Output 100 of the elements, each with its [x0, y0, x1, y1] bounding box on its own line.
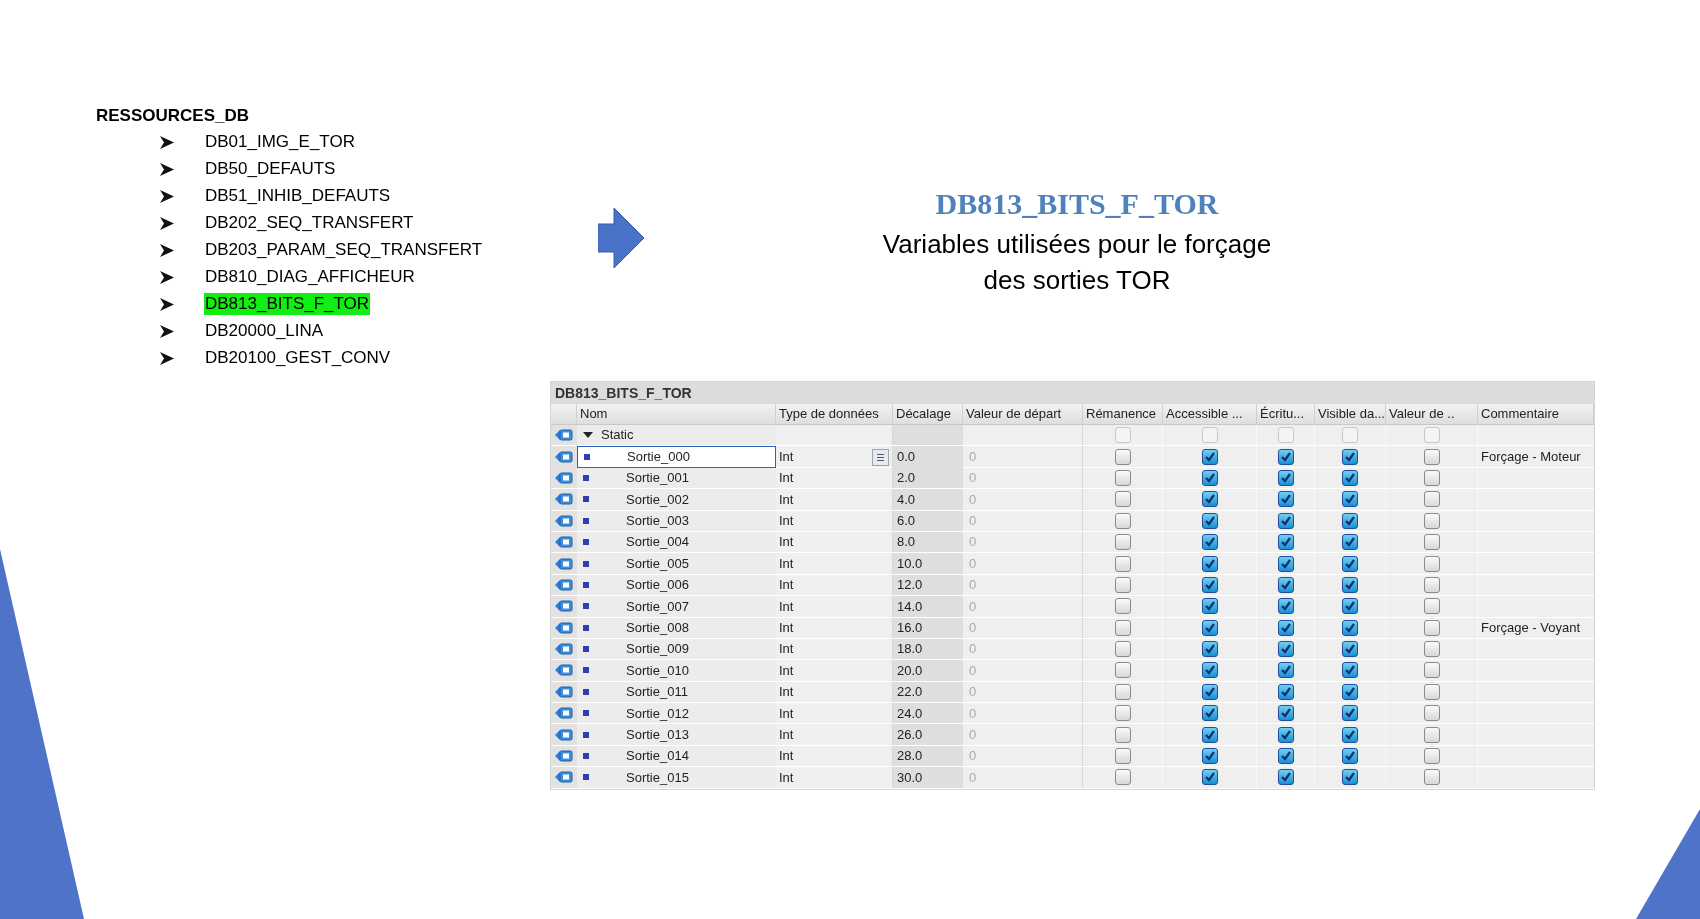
checkbox[interactable]: [1277, 705, 1294, 722]
checkbox[interactable]: [1277, 619, 1294, 636]
checkbox[interactable]: [1342, 469, 1358, 486]
checkbox[interactable]: [1342, 534, 1358, 551]
checkbox[interactable]: [1201, 491, 1218, 508]
checkbox[interactable]: [1342, 726, 1358, 743]
checkbox[interactable]: [1201, 512, 1218, 529]
checkbox[interactable]: [1114, 769, 1131, 786]
checkbox[interactable]: [1277, 748, 1294, 765]
checkbox[interactable]: [1423, 491, 1440, 508]
checkbox[interactable]: [1277, 491, 1294, 508]
checkbox[interactable]: [1114, 534, 1131, 551]
checkbox[interactable]: [1277, 576, 1294, 593]
list-item[interactable]: DB203_PARAM_SEQ_TRANSFERT: [204, 239, 484, 261]
checkbox[interactable]: [1423, 641, 1440, 658]
column-header[interactable]: Valeur de départ: [963, 404, 1083, 424]
checkbox[interactable]: [1114, 576, 1131, 593]
list-item[interactable]: DB01_IMG_E_TOR: [204, 131, 356, 153]
checkbox[interactable]: [1114, 641, 1131, 658]
checkbox[interactable]: [1201, 662, 1218, 679]
checkbox[interactable]: [1201, 598, 1218, 615]
checkbox[interactable]: [1342, 555, 1358, 572]
checkbox[interactable]: [1277, 769, 1294, 786]
checkbox[interactable]: [1342, 576, 1358, 593]
list-item[interactable]: DB202_SEQ_TRANSFERT: [204, 212, 415, 234]
checkbox[interactable]: [1201, 449, 1218, 466]
checkbox[interactable]: [1342, 683, 1358, 700]
checkbox[interactable]: [1114, 512, 1131, 529]
checkbox[interactable]: [1201, 619, 1218, 636]
checkbox[interactable]: [1201, 705, 1218, 722]
checkbox[interactable]: [1277, 449, 1294, 466]
checkbox[interactable]: [1277, 641, 1294, 658]
checkbox[interactable]: [1201, 641, 1218, 658]
checkbox[interactable]: [1201, 555, 1218, 572]
list-item[interactable]: DB810_DIAG_AFFICHEUR: [204, 266, 416, 288]
column-header[interactable]: Commentaire: [1478, 404, 1594, 424]
checkbox[interactable]: [1423, 576, 1440, 593]
checkbox[interactable]: [1277, 683, 1294, 700]
list-item[interactable]: DB813_BITS_F_TOR: [204, 293, 371, 315]
checkbox[interactable]: [1201, 576, 1218, 593]
checkbox[interactable]: [1114, 491, 1131, 508]
checkbox[interactable]: [1114, 619, 1131, 636]
column-header[interactable]: Valeur de ..: [1386, 404, 1478, 424]
checkbox[interactable]: [1201, 769, 1218, 786]
list-item[interactable]: DB20100_GEST_CONV: [204, 347, 392, 369]
checkbox[interactable]: [1114, 449, 1131, 466]
column-header[interactable]: Nom: [577, 404, 776, 424]
checkbox[interactable]: [1342, 512, 1358, 529]
checkbox[interactable]: [1114, 705, 1131, 722]
checkbox[interactable]: [1114, 662, 1131, 679]
checkbox[interactable]: [1423, 598, 1440, 615]
checkbox[interactable]: [1201, 469, 1218, 486]
checkbox[interactable]: [1114, 748, 1131, 765]
checkbox[interactable]: [1342, 641, 1358, 658]
checkbox[interactable]: [1423, 619, 1440, 636]
checkbox[interactable]: [1277, 662, 1294, 679]
type-picker-button[interactable]: [872, 448, 889, 466]
column-header[interactable]: Décalage: [893, 404, 963, 424]
checkbox[interactable]: [1342, 619, 1358, 636]
column-header[interactable]: Type de données: [776, 404, 893, 424]
name-cell[interactable]: Sortie_000: [577, 446, 776, 468]
checkbox[interactable]: [1114, 469, 1131, 486]
checkbox[interactable]: [1114, 726, 1131, 743]
checkbox[interactable]: [1277, 598, 1294, 615]
checkbox[interactable]: [1342, 449, 1358, 466]
checkbox[interactable]: [1277, 469, 1294, 486]
checkbox[interactable]: [1114, 683, 1131, 700]
checkbox[interactable]: [1342, 748, 1358, 765]
column-header[interactable]: Écritu...: [1257, 404, 1315, 424]
checkbox[interactable]: [1201, 748, 1218, 765]
checkbox[interactable]: [1201, 534, 1218, 551]
checkbox[interactable]: [1342, 598, 1358, 615]
checkbox[interactable]: [1201, 683, 1218, 700]
checkbox[interactable]: [1423, 512, 1440, 529]
checkbox[interactable]: [1342, 705, 1358, 722]
checkbox[interactable]: [1423, 748, 1440, 765]
checkbox[interactable]: [1423, 534, 1440, 551]
column-header[interactable]: Accessible ...: [1163, 404, 1257, 424]
checkbox[interactable]: [1277, 512, 1294, 529]
checkbox[interactable]: [1277, 534, 1294, 551]
checkbox[interactable]: [1423, 555, 1440, 572]
checkbox[interactable]: [1342, 491, 1358, 508]
checkbox[interactable]: [1423, 705, 1440, 722]
list-item[interactable]: DB51_INHIB_DEFAUTS: [204, 185, 392, 207]
checkbox[interactable]: [1423, 726, 1440, 743]
checkbox[interactable]: [1423, 769, 1440, 786]
expand-caret-icon[interactable]: [583, 431, 593, 440]
checkbox[interactable]: [1423, 662, 1440, 679]
column-header[interactable]: Visible da...: [1315, 404, 1386, 424]
checkbox[interactable]: [1423, 449, 1440, 466]
checkbox[interactable]: [1423, 469, 1440, 486]
checkbox[interactable]: [1423, 683, 1440, 700]
checkbox[interactable]: [1114, 598, 1131, 615]
checkbox[interactable]: [1342, 662, 1358, 679]
checkbox[interactable]: [1114, 555, 1131, 572]
checkbox[interactable]: [1277, 726, 1294, 743]
list-item[interactable]: DB20000_LINA: [204, 320, 325, 342]
checkbox[interactable]: [1277, 555, 1294, 572]
checkbox[interactable]: [1342, 769, 1358, 786]
checkbox[interactable]: [1201, 726, 1218, 743]
